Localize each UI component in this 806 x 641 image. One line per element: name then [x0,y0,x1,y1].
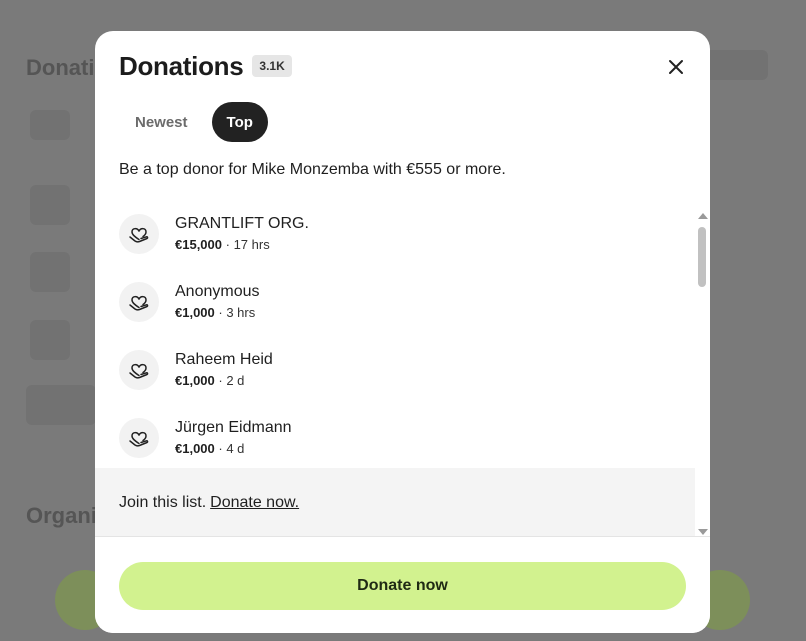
donor-meta: €1,000 · 3 hrs [175,304,260,322]
donate-now-link[interactable]: Donate now. [210,494,299,512]
avatar [119,350,159,390]
list-item: Anonymous €1,000 · 3 hrs [119,277,679,327]
donor-meta: €15,000 · 17 hrs [175,236,309,254]
donor-amount: €1,000 [175,373,215,388]
close-icon [669,60,683,74]
tab-newest[interactable]: Newest [119,102,204,142]
top-donor-intro: Be a top donor for Mike Monzemba with €5… [119,161,506,178]
modal-header: Donations 3.1K [119,51,686,81]
background-heading: Organi [26,503,97,528]
avatar [119,282,159,322]
donor-amount: €1,000 [175,441,215,456]
modal-footer: Donate now [95,536,710,633]
donor-time: 4 d [226,441,245,456]
list-item: Jürgen Eidmann €1,000 · 4 d [119,413,679,463]
background-block [700,50,768,80]
background-block [30,110,70,140]
list-item: Raheem Heid €1,000 · 2 d [119,345,679,395]
donor-name: Raheem Heid [175,351,273,368]
donation-tabs: Newest Top [119,102,268,142]
tab-top[interactable]: Top [211,102,268,142]
meta-separator: · [214,441,227,456]
join-list-box: Join this list. Donate now. [95,468,695,536]
donor-amount: €1,000 [175,305,215,320]
heart-hand-icon [129,431,149,447]
scroll-down-arrow-icon[interactable] [698,529,708,535]
background-block [30,185,70,225]
donate-now-button[interactable]: Donate now [119,562,686,610]
list-item: GRANTLIFT ORG. €15,000 · 17 hrs [119,209,679,259]
heart-hand-icon [129,295,149,311]
modal-title: Donations [119,50,244,81]
meta-separator: · [214,305,227,320]
background-heading: Donati [26,55,95,80]
scrollbar[interactable] [695,211,710,537]
heart-hand-icon [129,363,149,379]
donor-meta: €1,000 · 2 d [175,372,273,390]
donor-list: GRANTLIFT ORG. €15,000 · 17 hrs Anonymou… [95,209,695,536]
scroll-up-arrow-icon[interactable] [698,213,708,219]
heart-hand-icon [129,227,149,243]
donor-time: 17 hrs [233,237,270,252]
join-list-text: Join this list. [119,494,207,511]
close-button[interactable] [666,57,686,77]
avatar [119,418,159,458]
background-block [26,385,96,425]
donor-meta: €1,000 · 4 d [175,440,292,458]
background-block [30,252,70,292]
donor-time: 2 d [226,373,245,388]
meta-separator: · [222,237,234,252]
scroll-thumb[interactable] [698,227,706,287]
donor-time: 3 hrs [226,305,256,320]
background-block [30,320,70,360]
donor-name: Anonymous [175,283,260,300]
avatar [119,214,159,254]
donor-name: Jürgen Eidmann [175,419,292,436]
donor-name: GRANTLIFT ORG. [175,215,309,232]
donations-modal: Donations 3.1K Newest Top Be a top donor… [95,31,710,633]
meta-separator: · [214,373,227,388]
donor-amount: €15,000 [175,237,222,252]
donation-count-badge: 3.1K [252,55,292,77]
